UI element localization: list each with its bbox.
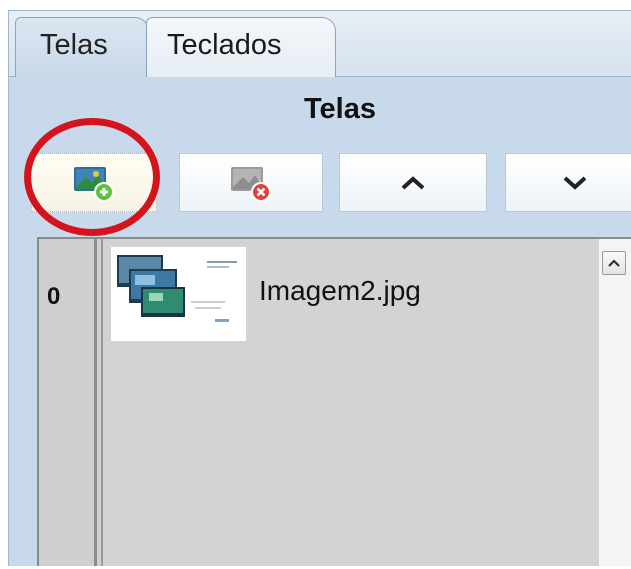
screens-panel: Telas 0 Imagem2.jpg xyxy=(9,77,631,566)
remove-image-icon xyxy=(231,166,271,202)
screen-list: 0 Imagem2.jpg xyxy=(37,237,631,566)
remove-screen-button[interactable] xyxy=(179,153,323,212)
tab-telas[interactable]: Telas xyxy=(15,17,149,77)
list-item-filename: Imagem2.jpg xyxy=(259,275,421,306)
scroll-up-button[interactable] xyxy=(602,251,626,275)
list-item[interactable]: Imagem2.jpg xyxy=(101,239,606,566)
tab-label: Telas xyxy=(40,29,108,61)
move-down-button[interactable] xyxy=(505,153,631,212)
panel-title: Telas xyxy=(303,93,376,125)
add-screen-button[interactable] xyxy=(31,153,157,212)
chevron-down-icon xyxy=(563,176,587,190)
chevron-up-icon xyxy=(401,175,425,189)
tab-label: Teclados xyxy=(167,29,282,61)
index-column: 0 xyxy=(39,239,97,566)
move-up-button[interactable] xyxy=(339,153,487,212)
scroll-up-arrow-icon xyxy=(608,259,620,267)
row-index: 0 xyxy=(47,283,61,310)
tab-strip: Telas Teclados xyxy=(9,11,631,77)
image-thumbnail-icon xyxy=(111,247,246,341)
tab-teclados[interactable]: Teclados xyxy=(146,17,336,77)
window-frame: Telas Teclados Telas 0 Imagem2.jpg xyxy=(8,10,631,566)
add-image-icon xyxy=(74,166,114,202)
vertical-scrollbar[interactable] xyxy=(598,239,631,566)
